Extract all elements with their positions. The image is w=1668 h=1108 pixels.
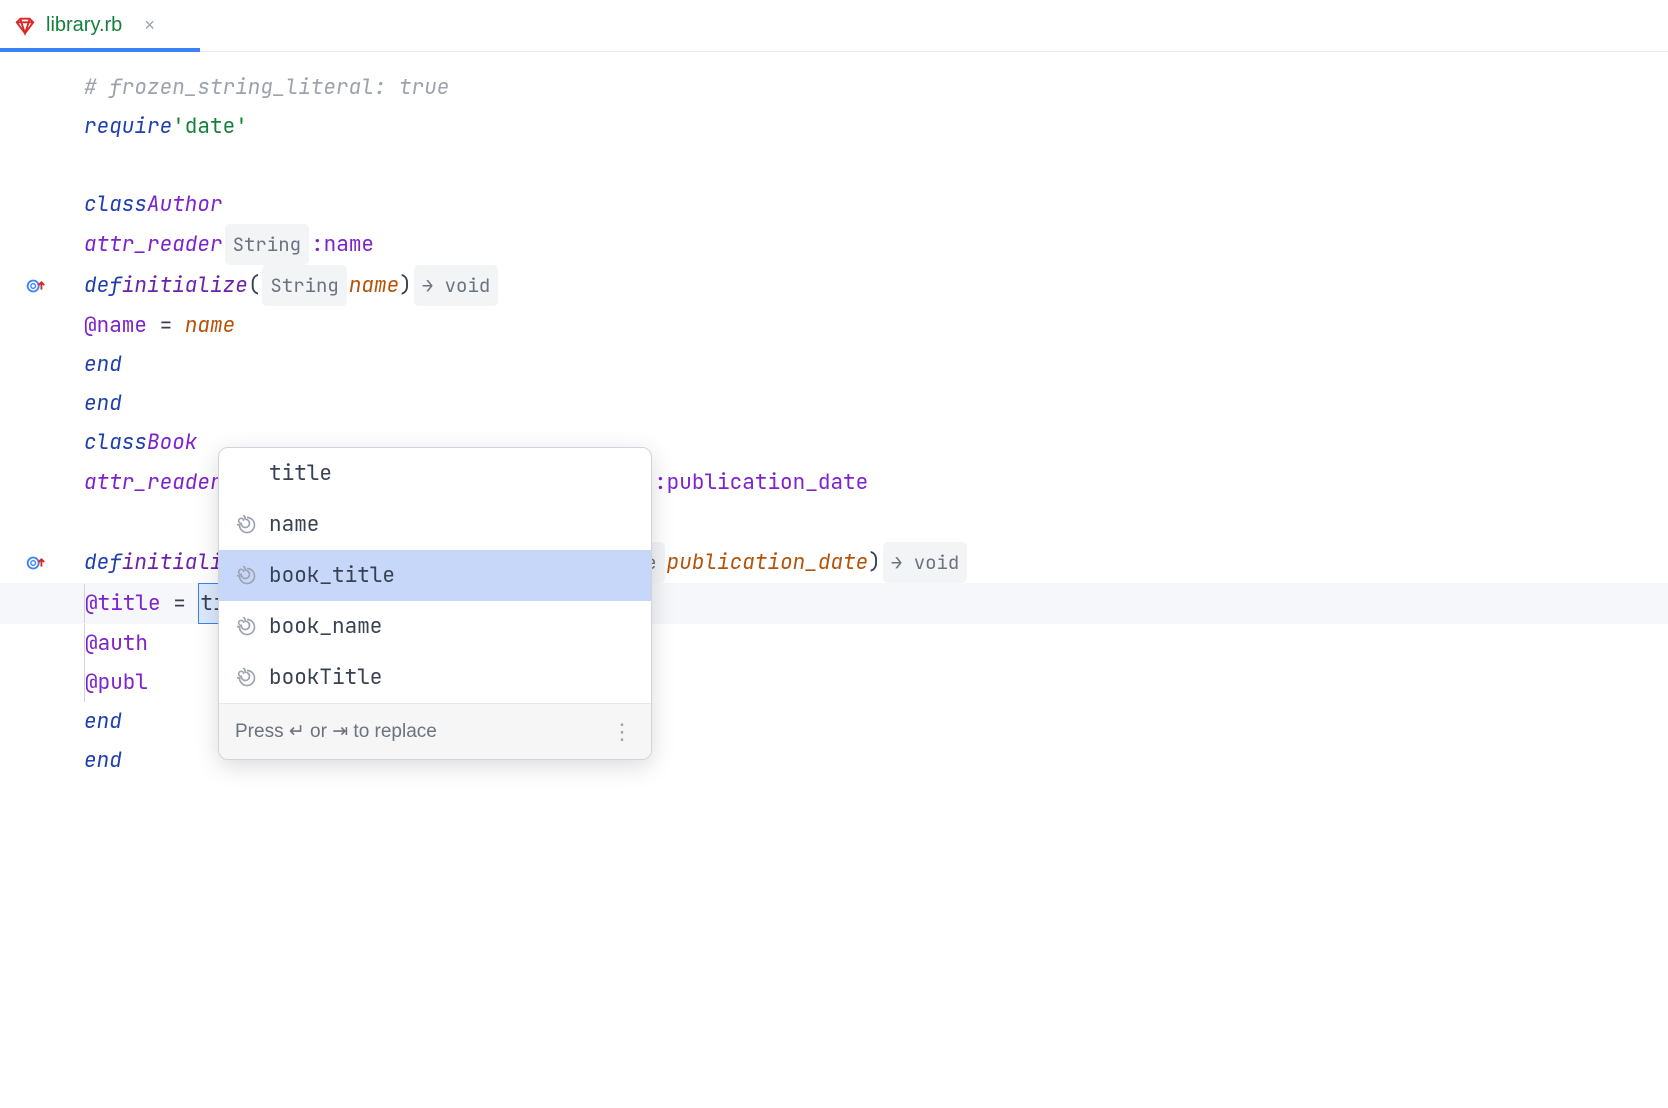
- code-line: end: [0, 345, 1668, 384]
- suggestion-label: bookTitle: [269, 658, 382, 697]
- ruby-icon: [14, 15, 36, 37]
- editor-tab[interactable]: library.rb ×: [0, 0, 169, 51]
- type-hint: String: [262, 265, 346, 306]
- suggestion-label: name: [269, 505, 319, 544]
- type-hint: String: [225, 224, 309, 265]
- rename-suggestions-popup: title name book_title book_name bookTitle Pr…: [218, 447, 652, 760]
- close-icon[interactable]: ×: [144, 15, 155, 36]
- popup-hint-text: Press ↵ or ⇥ to replace: [235, 712, 437, 751]
- suggestion-item[interactable]: book_title: [219, 550, 651, 601]
- spiral-icon: [237, 515, 257, 535]
- suggestion-label: title: [269, 454, 332, 493]
- suggestion-item[interactable]: book_name: [219, 601, 651, 652]
- code-line: # frozen_string_literal: true: [0, 68, 1668, 107]
- spiral-icon: [237, 566, 257, 586]
- spiral-icon: [237, 668, 257, 688]
- gutter[interactable]: [0, 275, 70, 297]
- suggestion-item[interactable]: title: [219, 448, 651, 499]
- more-menu-icon[interactable]: ⋮: [611, 712, 635, 751]
- suggestion-label: book_title: [269, 556, 395, 595]
- code-line: require 'date': [0, 107, 1668, 146]
- return-hint: → void: [414, 265, 498, 306]
- spiral-icon: [237, 617, 257, 637]
- suggestion-label: book_name: [269, 607, 382, 646]
- code-line: def initialize(String name) → void: [0, 265, 1668, 306]
- return-hint: → void: [883, 542, 967, 583]
- suggestion-item[interactable]: bookTitle: [219, 652, 651, 703]
- gutter[interactable]: [0, 552, 70, 574]
- tab-filename: library.rb: [46, 14, 122, 37]
- suggestion-item[interactable]: name: [219, 499, 651, 550]
- code-line: end: [0, 384, 1668, 423]
- override-up-icon: [24, 552, 46, 574]
- code-editor[interactable]: # frozen_string_literal: true require 'd…: [0, 52, 1668, 780]
- code-line: class Author: [0, 185, 1668, 224]
- code-line: [0, 146, 1668, 185]
- code-line: @name = name: [0, 306, 1668, 345]
- override-up-icon: [24, 275, 46, 297]
- popup-footer: Press ↵ or ⇥ to replace ⋮: [219, 703, 651, 759]
- tab-bar: library.rb ×: [0, 0, 1668, 52]
- code-line: attr_reader String :name: [0, 224, 1668, 265]
